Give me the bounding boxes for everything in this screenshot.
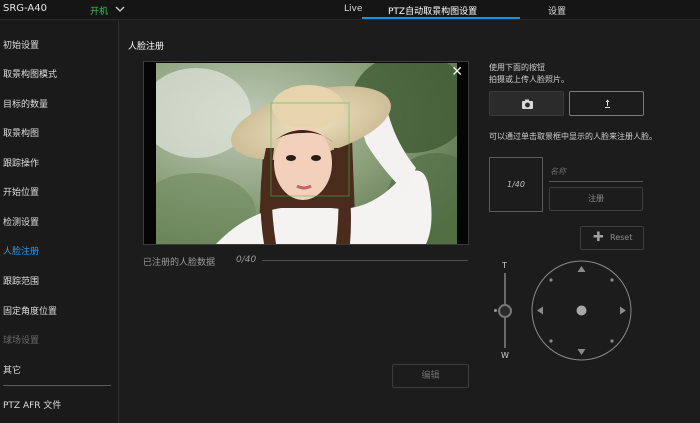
- sidebar-item-fixed-angle[interactable]: 固定角度位置: [3, 304, 57, 317]
- register-button[interactable]: 注册: [549, 187, 643, 211]
- tab-settings[interactable]: 设置: [548, 4, 566, 17]
- active-tab-indicator: [362, 17, 520, 19]
- sidebar-item-afr-file[interactable]: PTZ AFR 文件: [3, 398, 61, 411]
- close-icon[interactable]: ✕: [451, 65, 463, 79]
- zoom-tele-label: T: [502, 261, 507, 270]
- camera-preview[interactable]: ✕: [143, 61, 469, 245]
- sidebar-divider: [3, 385, 111, 386]
- click-face-hint: 可以通过单击取景框中显示的人脸来注册人脸。: [489, 132, 657, 141]
- plus-icon: ✚: [593, 230, 604, 245]
- sidebar: 初始设置 取景构图模式 目标的数量 取景构图 跟踪操作 开始位置 检测设置 人脸…: [0, 21, 119, 423]
- capture-hint-line2: 拍摄或上传人脸照片。: [489, 75, 569, 84]
- sidebar-item-face-registration[interactable]: 人脸注册: [3, 244, 39, 257]
- page-title: 人脸注册: [128, 42, 165, 52]
- upload-icon: [605, 99, 610, 108]
- capture-photo-button[interactable]: [489, 91, 564, 116]
- registered-faces-divider: [262, 260, 468, 261]
- zoom-slider-handle[interactable]: [498, 304, 512, 318]
- sidebar-item-framing-mode[interactable]: 取景构图模式: [3, 67, 57, 80]
- face-name-input[interactable]: [549, 161, 643, 182]
- camera-icon: [522, 99, 533, 109]
- model-name: SRG-A40: [3, 3, 47, 14]
- edit-button[interactable]: 编辑: [392, 364, 469, 388]
- sidebar-item-tracking[interactable]: 跟踪操作: [3, 156, 39, 169]
- capture-hint: 使用下面的按钮 拍摄或上传人脸照片。: [489, 62, 669, 86]
- sidebar-item-detection[interactable]: 检测设置: [3, 215, 39, 228]
- tab-ptz-framing[interactable]: PTZ自动取景构图设置: [388, 4, 477, 17]
- chevron-down-icon[interactable]: [114, 2, 126, 16]
- reset-button-label: Reset: [610, 233, 633, 242]
- sidebar-item-tracking-range[interactable]: 跟踪范围: [3, 274, 39, 287]
- sidebar-item-court-settings: 球场设置: [3, 336, 40, 346]
- ptz-pad-icon[interactable]: [531, 260, 632, 361]
- tab-live[interactable]: Live: [344, 4, 362, 14]
- sidebar-item-framing[interactable]: 取景构图: [3, 126, 39, 139]
- capture-hint-line1: 使用下面的按钮: [489, 63, 545, 72]
- sidebar-item-initial-settings[interactable]: 初始设置: [3, 38, 39, 51]
- sidebar-item-start-position[interactable]: 开始位置: [3, 185, 39, 198]
- registered-faces-label: 已注册的人脸数据: [143, 258, 216, 268]
- zoom-wide-label: W: [501, 351, 509, 360]
- face-slot-thumbnail: 1/40: [489, 157, 543, 212]
- top-bar: SRG-A40 开机 Live PTZ自动取景构图设置 设置: [0, 0, 700, 20]
- face-photo[interactable]: [156, 63, 457, 244]
- upload-photo-button[interactable]: [569, 91, 644, 116]
- power-status[interactable]: 开机: [90, 4, 108, 17]
- zoom-indicator-dot: [494, 309, 497, 312]
- sidebar-item-target-count[interactable]: 目标的数量: [3, 97, 48, 110]
- reset-button[interactable]: ✚ Reset: [580, 226, 644, 250]
- registered-faces-count: 0/40: [236, 255, 257, 265]
- sidebar-item-other[interactable]: 其它: [3, 363, 21, 376]
- face-slot-count: 1/40: [507, 180, 525, 189]
